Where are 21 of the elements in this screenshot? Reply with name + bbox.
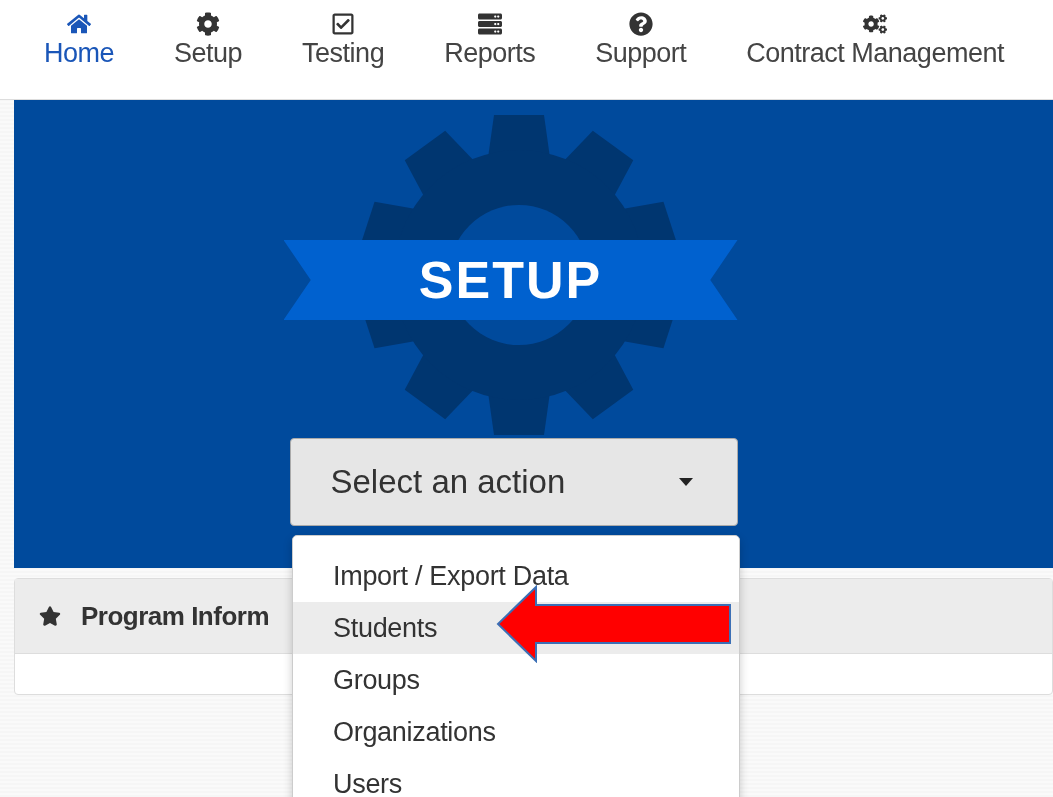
nav-tab[interactable]: Reports — [414, 0, 566, 69]
panel-title: Program Inform — [81, 600, 270, 632]
menu-item[interactable]: Import / Export Data — [293, 550, 739, 602]
help-icon — [628, 12, 653, 36]
nav-tab[interactable]: Contract Management — [716, 0, 1034, 69]
nav-tab[interactable]: Home — [14, 0, 145, 69]
gear-icon — [196, 12, 221, 36]
caret-icon — [678, 478, 693, 486]
action-dropdown[interactable]: Select an action — [289, 438, 738, 526]
menu-item[interactable]: Users — [293, 758, 739, 797]
nav-tab[interactable]: Support — [565, 0, 717, 69]
menu-item[interactable]: Groups — [293, 654, 739, 706]
nav-tab[interactable]: Testing — [272, 0, 415, 69]
setup-title: SETUP — [418, 250, 603, 310]
nav-tab[interactable]: Setup — [144, 0, 273, 69]
star-icon — [39, 605, 61, 627]
checkbox-icon — [331, 12, 356, 36]
home-icon — [67, 12, 91, 36]
gears-icon — [863, 12, 888, 36]
menu-item[interactable]: Organizations — [293, 706, 739, 758]
list-icon — [477, 12, 502, 36]
